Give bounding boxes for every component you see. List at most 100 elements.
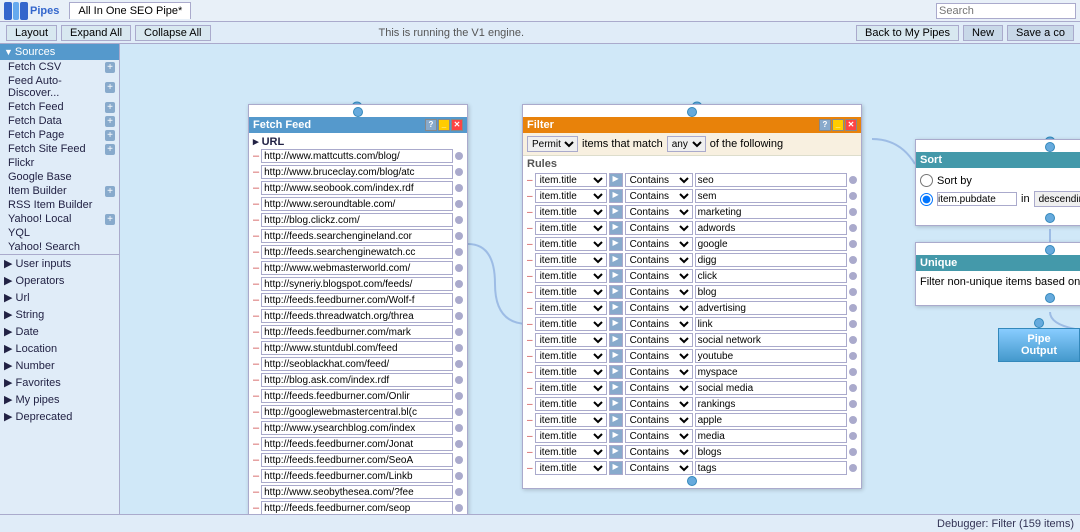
rule-connector-dot[interactable] <box>849 368 857 376</box>
rule-field-select[interactable]: item.title <box>535 301 607 315</box>
rule-value-input[interactable] <box>695 445 847 459</box>
remove-rule-icon[interactable]: – <box>527 367 533 378</box>
rule-value-input[interactable] <box>695 301 847 315</box>
add-icon[interactable]: + <box>105 144 115 155</box>
rule-op-select[interactable]: Contains <box>625 189 693 203</box>
rule-op-select[interactable]: Contains <box>625 285 693 299</box>
remove-url-icon[interactable]: – <box>253 150 259 162</box>
sidebar-item[interactable]: Fetch Feed+ <box>0 100 119 114</box>
url-input[interactable] <box>261 181 453 195</box>
rule-op-select[interactable]: Contains <box>625 333 693 347</box>
remove-url-icon[interactable]: – <box>253 406 259 418</box>
rule-value-input[interactable] <box>695 253 847 267</box>
rule-arrow-icon[interactable]: ▶ <box>609 413 623 427</box>
rule-field-select[interactable]: item.title <box>535 205 607 219</box>
url-input[interactable] <box>261 149 453 163</box>
url-input[interactable] <box>261 501 453 514</box>
remove-url-icon[interactable]: – <box>253 230 259 242</box>
rule-field-select[interactable]: item.title <box>535 461 607 475</box>
remove-url-icon[interactable]: – <box>253 422 259 434</box>
back-to-pipes-button[interactable]: Back to My Pipes <box>856 25 959 41</box>
sub-section-header[interactable]: ▶ Location <box>0 340 119 357</box>
url-connector-dot[interactable] <box>455 456 463 464</box>
rule-value-input[interactable] <box>695 205 847 219</box>
rule-connector-dot[interactable] <box>849 256 857 264</box>
rule-arrow-icon[interactable]: ▶ <box>609 365 623 379</box>
rule-arrow-icon[interactable]: ▶ <box>609 381 623 395</box>
rule-value-input[interactable] <box>695 333 847 347</box>
rule-field-select[interactable]: item.title <box>535 429 607 443</box>
remove-url-icon[interactable]: – <box>253 198 259 210</box>
unique-top-connector[interactable] <box>1045 245 1055 255</box>
url-input[interactable] <box>261 373 453 387</box>
layout-button[interactable]: Layout <box>6 25 57 41</box>
remove-rule-icon[interactable]: – <box>527 463 533 474</box>
remove-rule-icon[interactable]: – <box>527 191 533 202</box>
url-input[interactable] <box>261 341 453 355</box>
sidebar-item[interactable]: Flickr <box>0 156 119 170</box>
rule-field-select[interactable]: item.title <box>535 189 607 203</box>
filter-top-connector[interactable] <box>687 107 697 117</box>
sub-section-header[interactable]: ▶ Number <box>0 357 119 374</box>
url-input[interactable] <box>261 245 453 259</box>
rule-arrow-icon[interactable]: ▶ <box>609 189 623 203</box>
url-input[interactable] <box>261 229 453 243</box>
remove-url-icon[interactable]: – <box>253 454 259 466</box>
remove-url-icon[interactable]: – <box>253 486 259 498</box>
remove-rule-icon[interactable]: – <box>527 351 533 362</box>
remove-rule-icon[interactable]: – <box>527 255 533 266</box>
url-input[interactable] <box>261 357 453 371</box>
rule-op-select[interactable]: Contains <box>625 349 693 363</box>
rule-connector-dot[interactable] <box>849 448 857 456</box>
url-input[interactable] <box>261 277 453 291</box>
rule-connector-dot[interactable] <box>849 240 857 248</box>
rule-field-select[interactable]: item.title <box>535 413 607 427</box>
sidebar-item[interactable]: Feed Auto-Discover...+ <box>0 74 119 100</box>
rule-arrow-icon[interactable]: ▶ <box>609 237 623 251</box>
remove-url-icon[interactable]: – <box>253 214 259 226</box>
url-input[interactable] <box>261 405 453 419</box>
rule-op-select[interactable]: Contains <box>625 381 693 395</box>
rule-field-select[interactable]: item.title <box>535 381 607 395</box>
remove-rule-icon[interactable]: – <box>527 207 533 218</box>
add-icon[interactable]: + <box>105 102 115 113</box>
rule-op-select[interactable]: Contains <box>625 253 693 267</box>
rule-op-select[interactable]: Contains <box>625 221 693 235</box>
rule-value-input[interactable] <box>695 173 847 187</box>
rule-arrow-icon[interactable]: ▶ <box>609 445 623 459</box>
rule-op-select[interactable]: Contains <box>625 317 693 331</box>
rule-field-select[interactable]: item.title <box>535 365 607 379</box>
remove-url-icon[interactable]: – <box>253 438 259 450</box>
expand-all-button[interactable]: Expand All <box>61 25 131 41</box>
rule-arrow-icon[interactable]: ▶ <box>609 269 623 283</box>
unique-header[interactable]: Unique ? _ ✕ <box>916 255 1080 271</box>
url-connector-dot[interactable] <box>455 440 463 448</box>
rule-op-select[interactable]: Contains <box>625 237 693 251</box>
url-input[interactable] <box>261 437 453 451</box>
rule-value-input[interactable] <box>695 285 847 299</box>
rule-value-input[interactable] <box>695 461 847 475</box>
rule-connector-dot[interactable] <box>849 176 857 184</box>
rule-connector-dot[interactable] <box>849 384 857 392</box>
pipe-output-top-connector[interactable] <box>1034 318 1044 328</box>
sidebar-item[interactable]: Google Base <box>0 170 119 184</box>
remove-url-icon[interactable]: – <box>253 246 259 258</box>
remove-rule-icon[interactable]: – <box>527 383 533 394</box>
remove-url-icon[interactable]: – <box>253 470 259 482</box>
rule-connector-dot[interactable] <box>849 352 857 360</box>
url-input[interactable] <box>261 453 453 467</box>
sidebar-item[interactable]: Fetch Page+ <box>0 128 119 142</box>
filter-close-button[interactable]: ✕ <box>845 119 857 131</box>
remove-url-icon[interactable]: – <box>253 278 259 290</box>
active-tab[interactable]: All In One SEO Pipe* <box>69 2 191 19</box>
remove-url-icon[interactable]: – <box>253 374 259 386</box>
url-input[interactable] <box>261 293 453 307</box>
search-input[interactable] <box>936 3 1076 19</box>
filter-header[interactable]: Filter ? _ ✕ <box>523 117 861 133</box>
remove-rule-icon[interactable]: – <box>527 399 533 410</box>
sort-top-connector[interactable] <box>1045 142 1055 152</box>
rule-connector-dot[interactable] <box>849 464 857 472</box>
add-icon[interactable]: + <box>105 82 115 93</box>
url-connector-dot[interactable] <box>455 504 463 512</box>
add-icon[interactable]: + <box>105 214 115 225</box>
